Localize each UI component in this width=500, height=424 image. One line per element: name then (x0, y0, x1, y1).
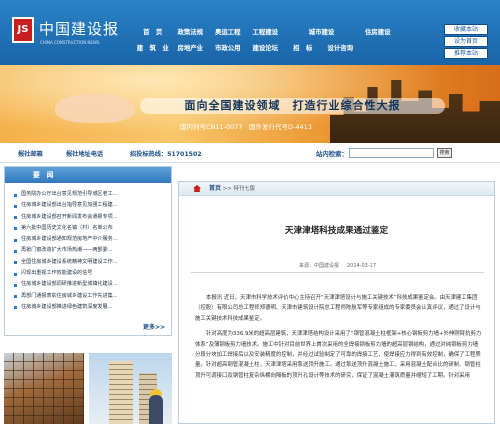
nav-municipal[interactable]: 市政公用 (209, 40, 247, 56)
nav-realestate[interactable]: 房地产业 (172, 40, 210, 56)
main-nav: 首 页 政策法规 奥运工程 工程建设 城市建设 住房建设 建 筑 业 房地产业 … (134, 24, 434, 56)
more-link[interactable]: 更多>> (143, 322, 165, 331)
nav-forum[interactable]: 建设论坛 (247, 40, 285, 56)
article-panel: 首页 >> 特刊七版 天津津塔科技成果通过鉴定 来源：中国建设报 2014-03… (178, 181, 495, 424)
sidebar-title: 要 闻 (5, 167, 171, 183)
favorite-button[interactable]: 收藏本站 (444, 24, 488, 35)
nav-engineering[interactable]: 工程建设 (247, 24, 285, 40)
tower-image (109, 361, 133, 424)
list-item[interactable]: 全国住房城乡建设系统精神文明建设工作... (13, 257, 167, 268)
site-header: JS 中国建设报 CHINA CONSTRUCTION NEWS 首 页 政策法… (0, 0, 500, 65)
tender-hotline: 招投标热线：51701502 (130, 151, 202, 158)
list-item[interactable]: 住房城乡建设部调研推进新型城镇化建设... (13, 279, 167, 290)
news-list: 国务院办公厅出台意见规范引导城区老工... 住房城乡建设部出台指导意见加强工程建… (5, 183, 171, 313)
list-item[interactable]: 住房城乡建设部推进绿色建筑深度发展... (13, 302, 167, 313)
nav-row-1: 首 页 政策法规 奥运工程 工程建设 城市建设 住房建设 (134, 24, 434, 40)
set-homepage-button[interactable]: 设为首页 (444, 36, 488, 47)
worker-image (149, 395, 163, 424)
page: JS 中国建设报 CHINA CONSTRUCTION NEWS 首 页 政策法… (0, 0, 500, 424)
list-item[interactable]: 住房城乡建设部召开新闻发布会通报专项... (13, 212, 167, 223)
tower-photo[interactable] (89, 353, 172, 424)
banner-hand-image (55, 93, 135, 123)
nav-row-2: 建 筑 业 房地产业 市政公用 建设论坛 招 标 设计咨询 (134, 40, 434, 56)
list-item[interactable]: 再掀门窗改造扩大市场热潮——两部委... (13, 245, 167, 256)
nav-home[interactable]: 首 页 (134, 24, 172, 40)
nav-housing[interactable]: 住房建设 (359, 24, 397, 40)
list-item[interactable]: 第六批中国历史文化名镇（村）名单公布 (13, 223, 167, 234)
banner: 面向全国建设领域 打造行业综合性大报 国内刊号CN11-0077 国外发行代号D… (0, 65, 500, 143)
search-label: 站内检索： (316, 150, 348, 158)
nav-policy[interactable]: 政策法规 (172, 24, 210, 40)
list-item[interactable]: 闪现出重视工作效能建设的信号 (13, 268, 167, 279)
list-item[interactable]: 住房城乡建设部出台指导意见加强工程建... (13, 200, 167, 211)
breadcrumb-sep: >> (222, 186, 232, 192)
article-source: 来源：中国建设报 (298, 263, 339, 269)
info-bar: 报社邮箱 报社地址电话 招投标热线：51701502 站内检索： 搜索 (0, 143, 500, 163)
recommend-button[interactable]: 推荐本站 (444, 48, 488, 59)
site-logo-icon[interactable]: JS (12, 17, 34, 43)
search-input[interactable] (349, 148, 434, 158)
nav-olympic[interactable]: 奥运工程 (209, 24, 247, 40)
banner-slogan: 面向全国建设领域 打造行业综合性大报 (140, 98, 445, 114)
scaffold-image (4, 353, 84, 424)
banner-issn: 国内刊号CN11-0077 国外发行代号D-4413 (180, 123, 312, 131)
construction-photo[interactable] (4, 353, 84, 424)
nav-urban[interactable]: 城市建设 (284, 24, 359, 40)
article-paragraph: 本报讯 近日，天津市科学技术评价中心主持召开“天津津塔设计与施工关键技术”科技成… (195, 295, 481, 322)
news-sidebar: 要 闻 国务院办公厅出台意见规范引导城区老工... 住房城乡建设部出台指导意见加… (4, 166, 172, 336)
list-item[interactable]: 住房城乡建设部通知规范房地产中介服务... (13, 234, 167, 245)
nav-tender[interactable]: 招 标 (284, 40, 322, 56)
article-date: 2014-03-17 (346, 263, 377, 269)
article-body: 本报讯 近日，天津市科学技术评价中心主持召开“天津津塔设计与施工关键技术”科技成… (195, 293, 482, 386)
list-item[interactable]: 国务院办公厅出台意见规范引导城区老工... (13, 189, 167, 200)
nav-design[interactable]: 设计咨询 (322, 40, 360, 56)
divider (191, 272, 484, 273)
home-icon (193, 185, 201, 192)
breadcrumb-section[interactable]: 特刊七版 (234, 186, 256, 192)
search-button[interactable]: 搜索 (437, 148, 452, 158)
address-link[interactable]: 报社地址电话 (66, 149, 103, 158)
list-item[interactable]: 再部门通报表彰住房城乡建设工作先进集... (13, 291, 167, 302)
nav-construction[interactable]: 建 筑 业 (134, 40, 172, 56)
breadcrumb: 首页 >> 特刊七版 (179, 182, 494, 196)
breadcrumb-home[interactable]: 首页 (209, 185, 221, 192)
article-paragraph: 针对高度为336.9米的超高层建筑，天津津塔结构设计采用了“钢管混凝土柱框架+核… (195, 331, 482, 379)
article-title: 天津津塔科技成果通过鉴定 (284, 226, 389, 236)
site-name[interactable]: 中国建设报 (39, 18, 119, 39)
mailbox-link[interactable]: 报社邮箱 (18, 149, 43, 158)
article-meta: 来源：中国建设报 2014-03-17 (179, 262, 496, 269)
site-name-sub: CHINA CONSTRUCTION NEWS (40, 40, 100, 45)
